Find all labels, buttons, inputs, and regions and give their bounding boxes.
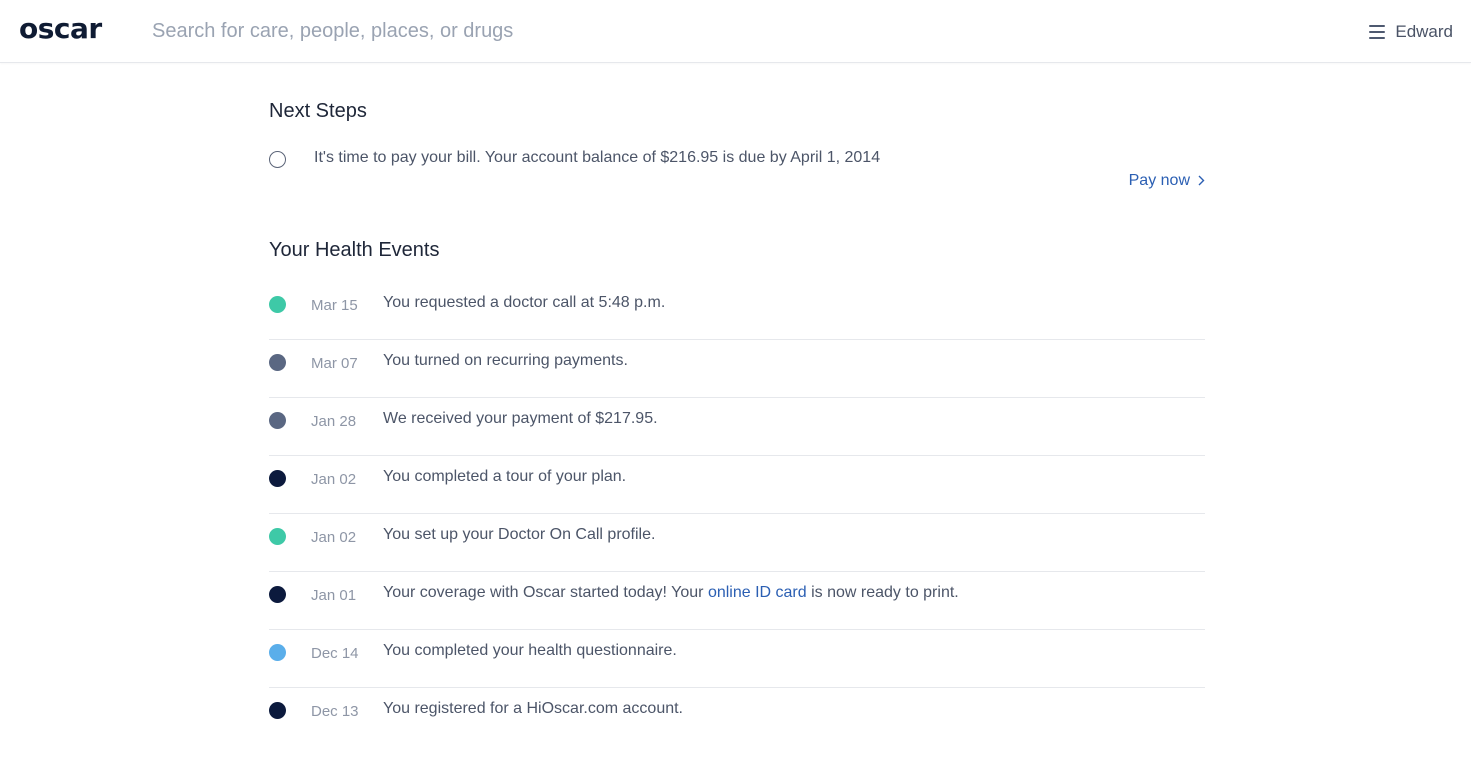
event-row: Jan 02 You set up your Doctor On Call pr…: [269, 514, 1205, 572]
event-date: Dec 14: [311, 645, 359, 662]
event-dot: [269, 354, 286, 371]
event-text: You requested a doctor call at 5:48 p.m.: [383, 294, 666, 311]
top-bar: oscar Edward: [0, 0, 1471, 63]
event-date: Jan 28: [311, 413, 357, 430]
event-date: Mar 15: [311, 297, 358, 314]
online-id-card-link[interactable]: online ID card: [708, 584, 807, 601]
event-dot: [269, 470, 286, 487]
event-row: Mar 15 You requested a doctor call at 5:…: [269, 282, 1205, 340]
event-text: You completed your health questionnaire.: [383, 642, 677, 659]
event-dot: [269, 412, 286, 429]
event-date: Jan 02: [311, 529, 357, 546]
event-date: Dec 13: [311, 703, 359, 720]
step-checkbox[interactable]: [269, 151, 286, 168]
event-text-before: Your coverage with Oscar started today! …: [383, 584, 708, 601]
event-dot: [269, 528, 286, 545]
event-text-after: is now ready to print.: [806, 584, 959, 601]
next-step-item: It's time to pay your bill. Your account…: [269, 149, 1205, 209]
event-text: Your coverage with Oscar started today! …: [383, 584, 959, 602]
event-dot: [269, 586, 286, 603]
search-input[interactable]: [152, 16, 852, 46]
event-date: Mar 07: [311, 355, 358, 372]
event-row: Jan 02 You completed a tour of your plan…: [269, 456, 1205, 514]
event-dot: [269, 702, 286, 719]
event-row: Jan 28 We received your payment of $217.…: [269, 398, 1205, 456]
pay-now-label: Pay now: [1128, 172, 1190, 189]
event-dot: [269, 296, 286, 313]
health-events-title: Your Health Events: [269, 239, 440, 261]
user-menu-button[interactable]: Edward: [1369, 19, 1453, 45]
event-row: Mar 07 You turned on recurring payments.: [269, 340, 1205, 398]
step-text: It's time to pay your bill. Your account…: [314, 149, 881, 166]
event-text: You set up your Doctor On Call profile.: [383, 526, 656, 543]
event-row: Dec 13 You registered for a HiOscar.com …: [269, 688, 1205, 746]
event-row: Dec 14 You completed your health questio…: [269, 630, 1205, 688]
oscar-logo[interactable]: oscar: [19, 12, 102, 45]
event-text: We received your payment of $217.95.: [383, 410, 658, 427]
user-name: Edward: [1395, 22, 1453, 41]
hamburger-icon: [1369, 25, 1386, 39]
event-date: Jan 02: [311, 471, 357, 488]
event-row: Jan 01 Your coverage with Oscar started …: [269, 572, 1205, 630]
event-dot: [269, 644, 286, 661]
pay-now-link[interactable]: Pay now: [1129, 172, 1205, 190]
event-date: Jan 01: [311, 587, 357, 604]
event-text: You completed a tour of your plan.: [383, 468, 627, 485]
main-content: Next Steps It's time to pay your bill. Y…: [269, 100, 1205, 746]
chevron-right-icon: [1198, 174, 1205, 189]
event-text: You turned on recurring payments.: [383, 352, 628, 369]
health-events-list: Mar 15 You requested a doctor call at 5:…: [269, 282, 1205, 746]
event-text: You registered for a HiOscar.com account…: [383, 700, 683, 717]
next-steps-title: Next Steps: [269, 100, 367, 122]
